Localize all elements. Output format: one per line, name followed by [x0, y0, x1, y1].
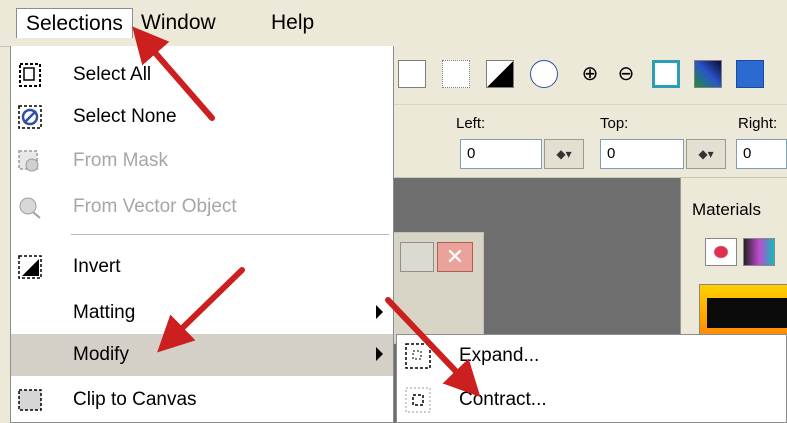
menu-bar: Selections Window Help — [0, 0, 787, 47]
right-label: Right: — [738, 115, 778, 132]
left-spinner[interactable]: ◆▾ — [544, 139, 584, 169]
menu-item-label: Expand... — [459, 345, 540, 366]
top-input[interactable]: 0 — [600, 139, 684, 169]
expand-icon — [405, 343, 431, 369]
from-mask-icon — [18, 150, 39, 172]
menu-window[interactable]: Window — [132, 8, 225, 38]
menu-item-label: Clip to Canvas — [73, 389, 197, 410]
select-none-tool-icon[interactable] — [442, 60, 470, 88]
select-none-icon — [18, 105, 42, 129]
select-none-circle-icon[interactable] — [530, 60, 558, 88]
zoom-in-icon[interactable]: ⊕ — [576, 60, 604, 88]
top-spinner[interactable]: ◆▾ — [686, 139, 726, 169]
menu-selections[interactable]: Selections — [16, 8, 133, 38]
color-icon[interactable] — [694, 60, 722, 88]
submenu-arrow-icon — [376, 347, 383, 361]
frame-icon[interactable] — [652, 60, 680, 88]
menu-item-invert[interactable]: Invert — [11, 246, 393, 288]
menu-help-label: Help — [271, 11, 315, 34]
invert-tool-icon[interactable] — [486, 60, 514, 88]
close-icon: ✕ — [445, 244, 465, 269]
from-vector-icon — [19, 197, 41, 219]
toolbar: ⊕ ⊖ — [390, 46, 787, 105]
blue-icon[interactable] — [736, 60, 764, 88]
menu-item-select-all[interactable]: Select All — [11, 54, 393, 96]
menu-item-label: Invert — [73, 256, 121, 277]
menu-item-modify[interactable]: Modify — [11, 334, 393, 376]
clip-canvas-icon — [18, 389, 42, 411]
materials-tab-gradient[interactable] — [743, 238, 775, 266]
menu-separator — [71, 234, 389, 235]
materials-tab-color[interactable] — [705, 238, 737, 266]
menu-item-clip-to-canvas[interactable]: Clip to Canvas — [11, 379, 393, 421]
menu-item-expand[interactable]: Expand... — [397, 335, 786, 377]
submenu-arrow-icon — [376, 305, 383, 319]
menu-item-label: Matting — [73, 302, 136, 323]
menu-selections-label: Selections — [26, 12, 123, 35]
menu-item-label: From Vector Object — [73, 196, 237, 217]
menu-item-contract[interactable]: Contract... — [397, 379, 786, 421]
material-swatch-dark — [707, 298, 787, 328]
left-input[interactable]: 0 — [460, 139, 542, 169]
modify-submenu: Expand... Contract... — [396, 334, 787, 423]
invert-icon — [18, 255, 42, 279]
select-all-tool-icon[interactable] — [398, 60, 426, 88]
menu-item-select-none[interactable]: Select None — [11, 96, 393, 138]
menu-help[interactable]: Help — [262, 8, 323, 38]
menu-item-from-mask[interactable]: From Mask — [11, 140, 393, 182]
select-all-icon — [19, 63, 41, 87]
left-label: Left: — [456, 115, 486, 132]
menu-item-from-vector-object[interactable]: From Vector Object — [11, 186, 393, 228]
restore-button[interactable] — [400, 242, 434, 272]
menu-item-label: Contract... — [459, 389, 547, 410]
menu-item-label: Modify — [73, 344, 129, 365]
close-button[interactable]: ✕ — [437, 242, 473, 272]
materials-title: Materials — [692, 200, 761, 219]
menu-window-label: Window — [141, 11, 216, 34]
menu-item-label: From Mask — [73, 150, 168, 171]
menu-item-matting[interactable]: Matting — [11, 292, 393, 334]
top-label: Top: — [600, 115, 629, 132]
options-bar: Left: Top: Right: 0 ◆▾ 0 ◆▾ 0 — [390, 105, 787, 178]
contract-icon — [405, 387, 431, 413]
menu-item-label: Select None — [73, 106, 177, 127]
right-input[interactable]: 0 — [736, 139, 787, 169]
selections-menu: Select All Select None From Mask From Ve… — [10, 46, 394, 423]
zoom-out-icon[interactable]: ⊖ — [612, 60, 640, 88]
menu-item-label: Select All — [73, 64, 152, 85]
